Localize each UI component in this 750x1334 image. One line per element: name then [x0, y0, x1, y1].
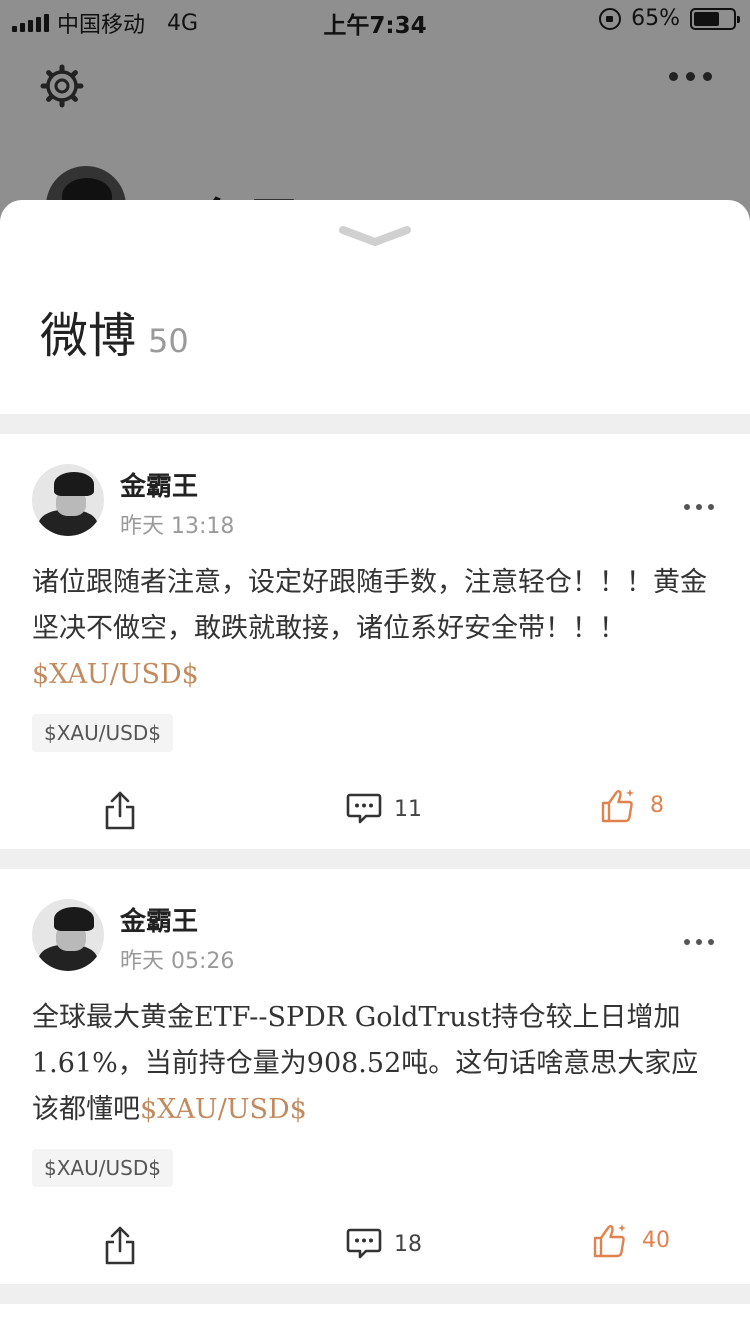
post-card[interactable]: 金霸王 昨天 05:26 全球最大黄金ETF--SPDR GoldTrust持仓…: [0, 869, 750, 1284]
status-bar: 中国移动 4G 上午7:34 65%: [0, 0, 750, 40]
share-icon[interactable]: [103, 1225, 137, 1265]
post-text: 诸位跟随者注意，设定好跟随手数，注意轻仓！！！黄金坚决不做空，敢跌就敢接，诸位系…: [32, 567, 707, 644]
like-count: 8: [650, 792, 664, 818]
divider: [0, 414, 750, 434]
like-count: 40: [642, 1227, 670, 1253]
comment-count: 18: [394, 1231, 422, 1257]
post-content: 诸位跟随者注意，设定好跟随手数，注意轻仓！！！黄金坚决不做空，敢跌就敢接，诸位系…: [32, 560, 722, 698]
avatar[interactable]: [32, 464, 104, 536]
post-count: 50: [148, 322, 189, 360]
symbol-tag[interactable]: $XAU/USD$: [32, 1149, 173, 1187]
comment-button[interactable]: 18: [346, 1227, 422, 1261]
more-icon[interactable]: [684, 939, 714, 945]
comment-count: 11: [394, 796, 422, 822]
comment-button[interactable]: 11: [346, 792, 422, 826]
gear-icon[interactable]: [40, 64, 84, 108]
symbol-tag[interactable]: $XAU/USD$: [32, 714, 173, 752]
more-icon[interactable]: [669, 72, 712, 81]
page-title: 微博: [40, 308, 137, 364]
post-author[interactable]: 金霸王: [120, 901, 198, 938]
divider: [0, 1284, 750, 1304]
thumbs-up-icon: [601, 789, 634, 823]
post-time: 昨天 05:26: [120, 949, 235, 974]
more-icon[interactable]: [684, 504, 714, 510]
post-actions: 11 8: [0, 789, 750, 840]
avatar[interactable]: [32, 899, 104, 971]
divider: [0, 849, 750, 869]
battery-icon: [690, 7, 740, 30]
weibo-sheet: 微博 50 金霸王 昨天 13:18 诸位跟随者注意，设定好跟随手数，注意轻仓！…: [0, 200, 750, 1334]
post-card[interactable]: 金霸王 昨天 13:18 诸位跟随者注意，设定好跟随手数，注意轻仓！！！黄金坚决…: [0, 434, 750, 849]
rotation-lock-icon: [599, 7, 622, 30]
symbol-link[interactable]: $XAU/USD$: [140, 1094, 307, 1125]
post-time: 昨天 13:18: [120, 514, 235, 539]
comment-icon: [346, 793, 382, 824]
share-icon[interactable]: [103, 790, 137, 830]
post-author[interactable]: 金霸王: [120, 466, 198, 503]
sheet-title: 微博 50: [40, 296, 189, 366]
post-text: 全球最大黄金ETF--SPDR GoldTrust持仓较上日增加1.61%，当前…: [32, 1002, 699, 1125]
symbol-link[interactable]: $XAU/USD$: [32, 659, 199, 690]
thumbs-up-icon: [593, 1224, 626, 1258]
like-button[interactable]: 40: [592, 1221, 670, 1259]
comment-icon: [346, 1228, 382, 1259]
battery-percent: 65%: [631, 6, 680, 31]
like-button[interactable]: 8: [600, 786, 664, 824]
post-content: 全球最大黄金ETF--SPDR GoldTrust持仓较上日增加1.61%，当前…: [32, 995, 722, 1133]
chevron-down-icon[interactable]: [338, 224, 412, 248]
post-actions: 18 40: [0, 1224, 750, 1275]
